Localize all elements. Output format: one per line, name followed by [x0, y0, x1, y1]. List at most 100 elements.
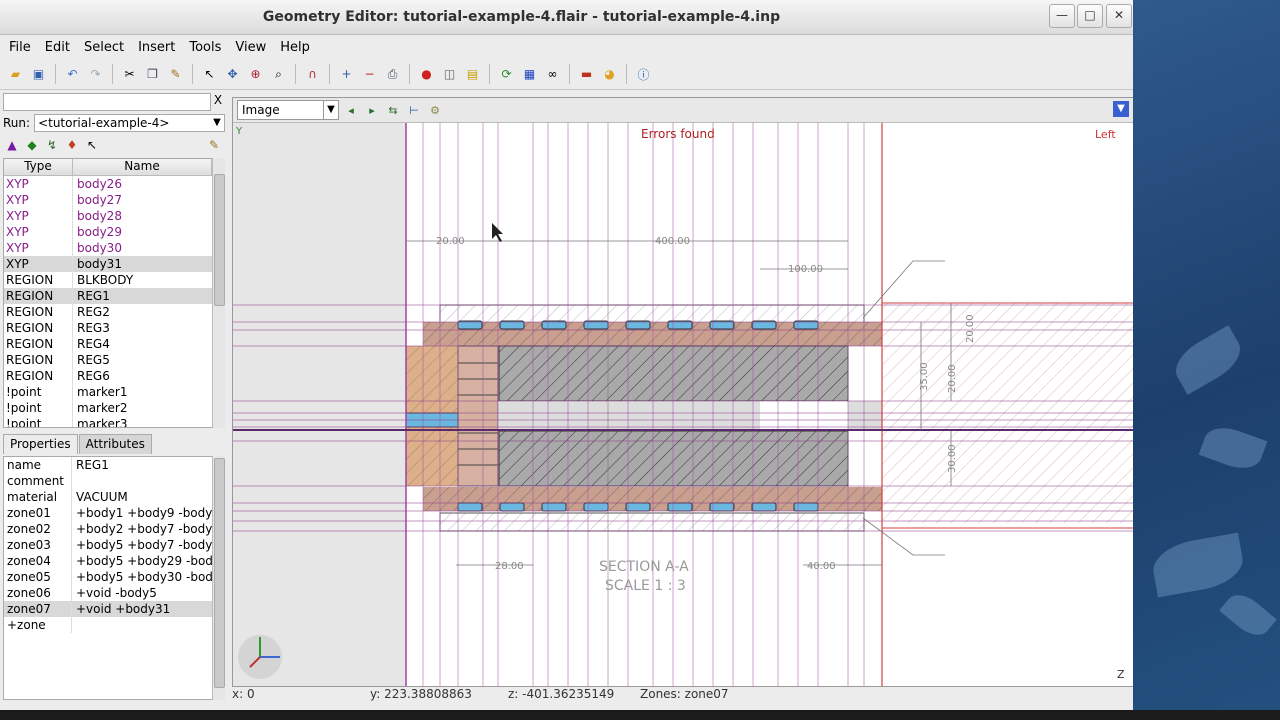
- undo-icon[interactable]: ↶: [63, 65, 82, 84]
- list-item[interactable]: !point marker2: [4, 400, 212, 416]
- select-icon[interactable]: ↖: [200, 65, 219, 84]
- name-column-header[interactable]: Name: [73, 159, 212, 175]
- attribute-value[interactable]: +body5 +body29 -bod: [72, 553, 212, 569]
- arrow-right-icon[interactable]: ▸: [363, 101, 381, 119]
- list-item[interactable]: XYP body26: [4, 176, 212, 192]
- list-item[interactable]: XYP body30: [4, 240, 212, 256]
- layer-select[interactable]: Image ▼: [237, 100, 339, 120]
- list-scrollbar[interactable]: [212, 158, 225, 428]
- color-grid-icon[interactable]: ▦: [520, 65, 539, 84]
- maximize-button[interactable]: □: [1077, 4, 1103, 28]
- attribute-value[interactable]: +body2 +body7 -body: [72, 521, 212, 537]
- attribute-value[interactable]: +body5 +body30 -bod: [72, 569, 212, 585]
- attribute-value[interactable]: +body1 +body9 -body: [72, 505, 212, 521]
- attribute-value[interactable]: [72, 617, 212, 633]
- filter-input[interactable]: [3, 93, 211, 111]
- body-filter-icon[interactable]: ▲: [3, 136, 21, 154]
- menu-edit[interactable]: Edit: [40, 40, 75, 55]
- attribute-row[interactable]: zone05 +body5 +body30 -bod: [4, 569, 212, 585]
- save-icon[interactable]: ▣: [29, 65, 48, 84]
- list-item[interactable]: !point marker1: [4, 384, 212, 400]
- tab-attributes[interactable]: Attributes: [78, 434, 152, 454]
- zoom-icon[interactable]: ⌕: [269, 65, 288, 84]
- list-item[interactable]: REGION REG4: [4, 336, 212, 352]
- list-item[interactable]: XYP body28: [4, 208, 212, 224]
- pointer-filter-icon[interactable]: ↖: [83, 136, 101, 154]
- props-scroll-thumb[interactable]: [214, 458, 225, 688]
- attribute-value[interactable]: +void -body5: [72, 585, 212, 601]
- open-icon[interactable]: ▰: [6, 65, 25, 84]
- close-button[interactable]: ✕: [1106, 4, 1132, 28]
- brush-icon[interactable]: ✎: [205, 136, 223, 154]
- attribute-value[interactable]: REG1: [72, 457, 212, 473]
- cut-icon[interactable]: ✂: [120, 65, 139, 84]
- palette-icon[interactable]: ◕: [600, 65, 619, 84]
- ruler-icon[interactable]: ▬: [577, 65, 596, 84]
- attribute-row[interactable]: zone02 +body2 +body7 -body: [4, 521, 212, 537]
- list-item[interactable]: XYP body27: [4, 192, 212, 208]
- tab-properties[interactable]: Properties: [3, 434, 78, 454]
- lock-icon[interactable]: ▤: [463, 65, 482, 84]
- list-scroll-thumb[interactable]: [214, 174, 225, 306]
- drawing-canvas[interactable]: 20.00 400.00 100.00 20.00 35.00 20.00 30…: [233, 123, 1133, 686]
- attribute-value[interactable]: [72, 473, 212, 489]
- arrow-left-icon[interactable]: ◂: [342, 101, 360, 119]
- geometry-drawing: 20.00 400.00 100.00 20.00 35.00 20.00 30…: [233, 123, 1133, 686]
- attribute-row[interactable]: zone03 +body5 +body7 -body: [4, 537, 212, 553]
- attribute-row[interactable]: zone07 +void +body31: [4, 601, 212, 617]
- region-filter-icon[interactable]: ◆: [23, 136, 41, 154]
- list-item[interactable]: REGION REG6: [4, 368, 212, 384]
- refresh-icon[interactable]: ⟳: [497, 65, 516, 84]
- item-name: REG4: [77, 337, 110, 351]
- attribute-value[interactable]: +void +body31: [72, 601, 212, 617]
- marker-filter-icon[interactable]: ♦: [63, 136, 81, 154]
- attribute-value[interactable]: +body5 +body7 -body: [72, 537, 212, 553]
- zoom-out-icon[interactable]: −: [360, 65, 379, 84]
- attribute-row[interactable]: zone01 +body1 +body9 -body: [4, 505, 212, 521]
- menu-help[interactable]: Help: [275, 40, 315, 55]
- info-icon[interactable]: ⓘ: [634, 65, 653, 84]
- zoom-in-icon[interactable]: +: [337, 65, 356, 84]
- tools-icon[interactable]: ⚙: [426, 101, 444, 119]
- redo-icon[interactable]: ↷: [86, 65, 105, 84]
- viewer-menu-icon[interactable]: ▼: [1113, 101, 1129, 117]
- attribute-row[interactable]: zone06 +void -body5: [4, 585, 212, 601]
- attribute-row[interactable]: +zone: [4, 617, 212, 633]
- list-item[interactable]: REGION REG5: [4, 352, 212, 368]
- list-item[interactable]: REGION REG3: [4, 320, 212, 336]
- list-item[interactable]: REGION REG1: [4, 288, 212, 304]
- list-item[interactable]: XYP body31: [4, 256, 212, 272]
- infinity-icon[interactable]: ∞: [543, 65, 562, 84]
- menu-file[interactable]: File: [4, 40, 36, 55]
- menu-select[interactable]: Select: [79, 40, 129, 55]
- attribute-row[interactable]: comment: [4, 473, 212, 489]
- attribute-row[interactable]: zone04 +body5 +body29 -bod: [4, 553, 212, 569]
- copy-icon[interactable]: ❐: [143, 65, 162, 84]
- menu-tools[interactable]: Tools: [184, 40, 226, 55]
- props-scrollbar[interactable]: [212, 456, 225, 700]
- clear-filter-button[interactable]: X: [211, 93, 225, 111]
- attribute-row[interactable]: material VACUUM: [4, 489, 212, 505]
- axes-icon[interactable]: ⊢: [405, 101, 423, 119]
- item-type: XYP: [4, 240, 73, 256]
- list-item[interactable]: REGION REG2: [4, 304, 212, 320]
- minimize-button[interactable]: —: [1049, 4, 1075, 28]
- menu-view[interactable]: View: [230, 40, 271, 55]
- magnet-icon[interactable]: ∩: [303, 65, 322, 84]
- type-column-header[interactable]: Type: [4, 159, 73, 175]
- list-item[interactable]: XYP body29: [4, 224, 212, 240]
- print-icon[interactable]: ⎙: [383, 65, 402, 84]
- attribute-value[interactable]: VACUUM: [72, 489, 212, 505]
- zoom-region-icon[interactable]: ⊕: [246, 65, 265, 84]
- pan-icon[interactable]: ✥: [223, 65, 242, 84]
- paste-icon[interactable]: ✎: [166, 65, 185, 84]
- list-item[interactable]: REGION BLKBODY: [4, 272, 212, 288]
- attribute-row[interactable]: name REG1: [4, 457, 212, 473]
- cube-icon[interactable]: ◫: [440, 65, 459, 84]
- red-sphere-icon[interactable]: ●: [417, 65, 436, 84]
- list-item[interactable]: !point marker3: [4, 416, 212, 427]
- swap-icon[interactable]: ⇆: [384, 101, 402, 119]
- transform-filter-icon[interactable]: ↯: [43, 136, 61, 154]
- run-select[interactable]: <tutorial-example-4> ▼: [34, 114, 225, 132]
- menu-insert[interactable]: Insert: [133, 40, 180, 55]
